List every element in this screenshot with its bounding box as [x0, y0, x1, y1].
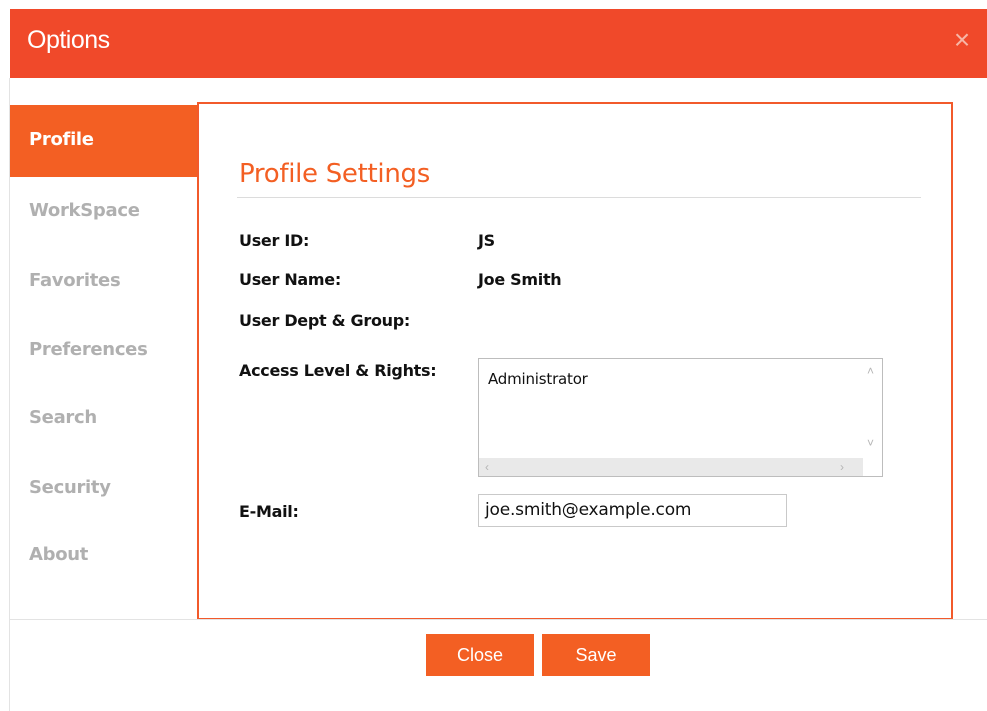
chevron-up-icon[interactable]: ˄ — [867, 365, 874, 377]
chevron-left-icon[interactable]: ‹ — [485, 461, 489, 473]
horizontal-scrollbar[interactable]: ‹ › — [479, 458, 863, 476]
sidebar-item-label: Profile — [29, 129, 94, 150]
email-label: E-Mail: — [239, 502, 299, 521]
sidebar-item-favorites[interactable]: Favorites — [10, 246, 197, 318]
close-button[interactable]: Close — [426, 634, 534, 676]
sidebar-item-profile[interactable]: Profile — [10, 105, 197, 177]
dialog-titlebar: Options × — [10, 9, 987, 78]
sidebar-item-label: Preferences — [29, 339, 148, 360]
sidebar-item-search[interactable]: Search — [10, 382, 197, 454]
sidebar-item-workspace[interactable]: WorkSpace — [10, 177, 197, 249]
user-id-value: JS — [478, 231, 495, 250]
chevron-right-icon[interactable]: › — [840, 461, 844, 473]
sidebar-item-security[interactable]: Security — [10, 451, 197, 523]
close-icon[interactable]: × — [951, 26, 973, 54]
access-level-listbox[interactable]: Administrator ˄ ˅ ‹ › — [478, 358, 883, 477]
sidebar-item-about[interactable]: About — [10, 518, 197, 590]
heading-divider — [237, 197, 921, 198]
user-id-label: User ID: — [239, 231, 310, 250]
sidebar-item-preferences[interactable]: Preferences — [10, 314, 197, 386]
user-dept-label: User Dept & Group: — [239, 311, 411, 330]
save-button[interactable]: Save — [542, 634, 650, 676]
footer-divider — [9, 619, 987, 620]
user-name-value: Joe Smith — [478, 270, 562, 289]
email-field[interactable]: joe.smith@example.com — [478, 494, 787, 527]
sidebar-item-label: Security — [29, 477, 111, 498]
user-name-label: User Name: — [239, 270, 341, 289]
sidebar-item-label: Favorites — [29, 270, 121, 291]
access-level-label: Access Level & Rights: — [239, 361, 437, 380]
sidebar-item-label: Search — [29, 407, 97, 428]
profile-panel: Profile Settings User ID: JS User Name: … — [197, 102, 953, 620]
dialog-title: Options — [27, 26, 110, 54]
page-title: Profile Settings — [239, 159, 430, 189]
sidebar-item-label: WorkSpace — [29, 200, 140, 221]
scrollbar-corner — [863, 458, 882, 476]
vertical-scrollbar[interactable]: ˄ ˅ — [863, 359, 882, 459]
list-item[interactable]: Administrator — [488, 370, 588, 388]
sidebar-item-label: About — [29, 544, 89, 565]
chevron-down-icon[interactable]: ˅ — [867, 437, 874, 449]
